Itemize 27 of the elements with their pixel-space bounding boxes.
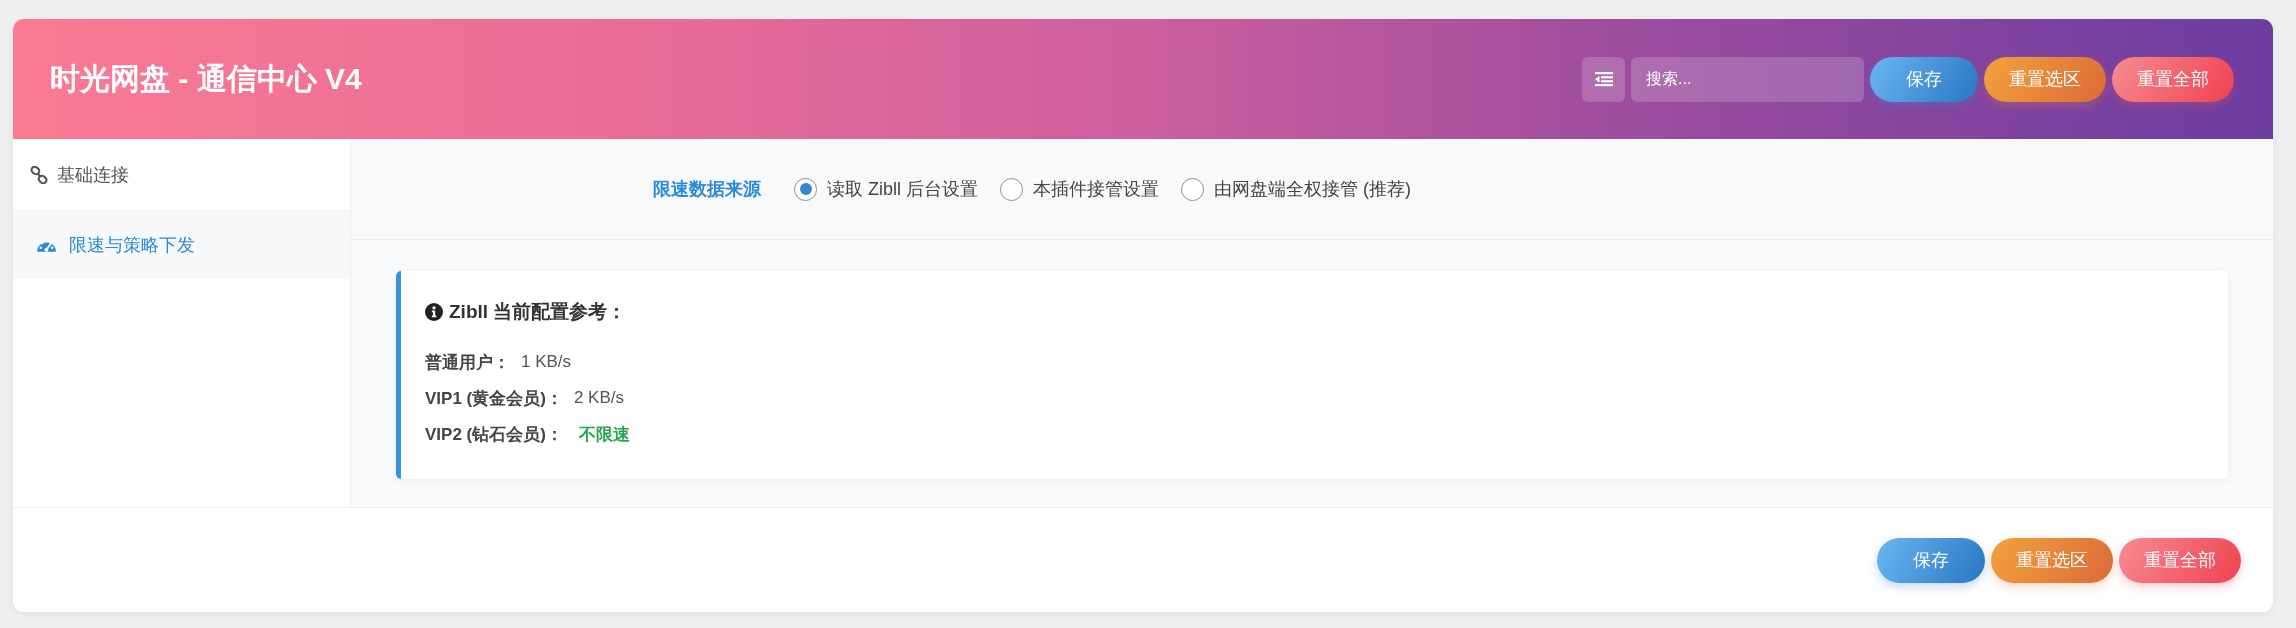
- save-button[interactable]: 保存: [1877, 537, 1985, 583]
- radio-button[interactable]: [794, 177, 817, 201]
- outdent-icon: [1594, 71, 1613, 87]
- row-label: VIP2 (钻石会员)：: [425, 423, 563, 446]
- reset-all-button[interactable]: 重置全部: [2112, 56, 2234, 102]
- gauge-icon: [36, 237, 57, 253]
- radio-label[interactable]: 读取 Zibll 后台设置: [827, 177, 978, 201]
- row-value: 2 KB/s: [573, 388, 624, 408]
- save-button[interactable]: 保存: [1870, 56, 1978, 102]
- reset-all-button[interactable]: 重置全部: [2119, 537, 2241, 583]
- link-icon: [30, 165, 48, 184]
- row-value: 1 KB/s: [521, 352, 572, 372]
- app-title: 时光网盘 - 通信中心 V4: [50, 61, 362, 97]
- reset-section-button[interactable]: 重置选区: [1984, 56, 2106, 102]
- info-icon: [425, 303, 443, 321]
- row-label: VIP1 (黄金会员)：: [425, 387, 563, 410]
- menu-toggle-button[interactable]: [1582, 56, 1625, 102]
- row-value: 不限速: [578, 423, 630, 446]
- card-title: Zibll 当前配置参考：: [449, 300, 627, 324]
- field-label: 限速数据来源: [653, 178, 761, 201]
- reset-section-button[interactable]: 重置选区: [1991, 537, 2113, 583]
- row-label: 普通用户：: [425, 351, 510, 374]
- sidebar-item[interactable]: 限速与策略下发: [13, 211, 350, 279]
- radio-label[interactable]: 由网盘端全权接管 (推荐): [1214, 177, 1411, 201]
- radio-label[interactable]: 本插件接管设置: [1033, 177, 1159, 201]
- radio-button[interactable]: [1000, 177, 1023, 201]
- radio-button[interactable]: [1181, 177, 1204, 201]
